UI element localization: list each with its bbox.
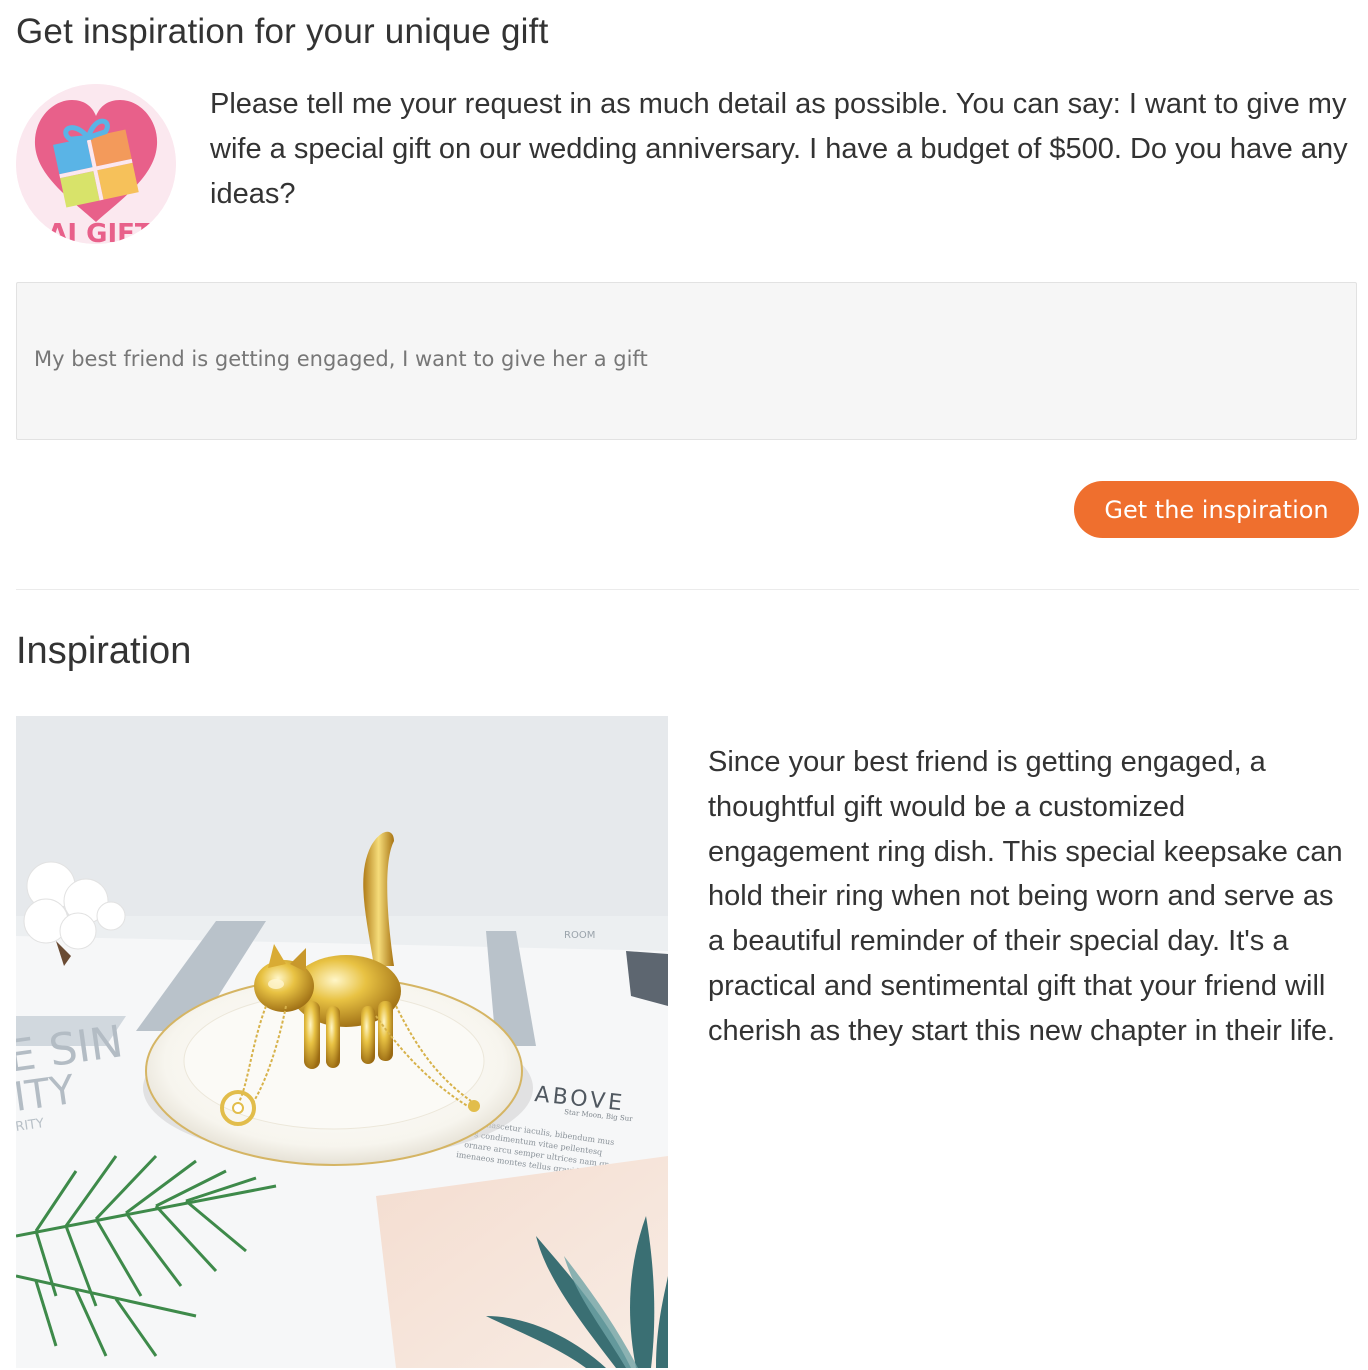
- print-subline: ITY: [16, 1067, 78, 1121]
- inspiration-heading: Inspiration: [16, 630, 192, 672]
- request-input-box[interactable]: My best friend is getting engaged, I wan…: [16, 282, 1357, 440]
- inspiration-answer: Since your best friend is getting engage…: [708, 746, 1343, 1047]
- logo-text: AI GIFT: [47, 219, 153, 244]
- intro-section: AI GIFT Please tell me your request in a…: [16, 82, 1361, 244]
- print-top-right: ROOM: [564, 930, 595, 941]
- ring-dish-photo: E SIN ITY RITY ROOM ABOVE Star Moon, Big…: [16, 716, 668, 1368]
- get-inspiration-button[interactable]: Get the inspiration: [1074, 481, 1359, 538]
- ai-gift-logo-icon: AI GIFT: [16, 84, 176, 244]
- section-divider: [16, 589, 1359, 590]
- request-input[interactable]: My best friend is getting engaged, I wan…: [17, 283, 1356, 439]
- intro-message: Please tell me your request in as much d…: [210, 88, 1348, 210]
- page-title: Get inspiration for your unique gift: [16, 12, 549, 51]
